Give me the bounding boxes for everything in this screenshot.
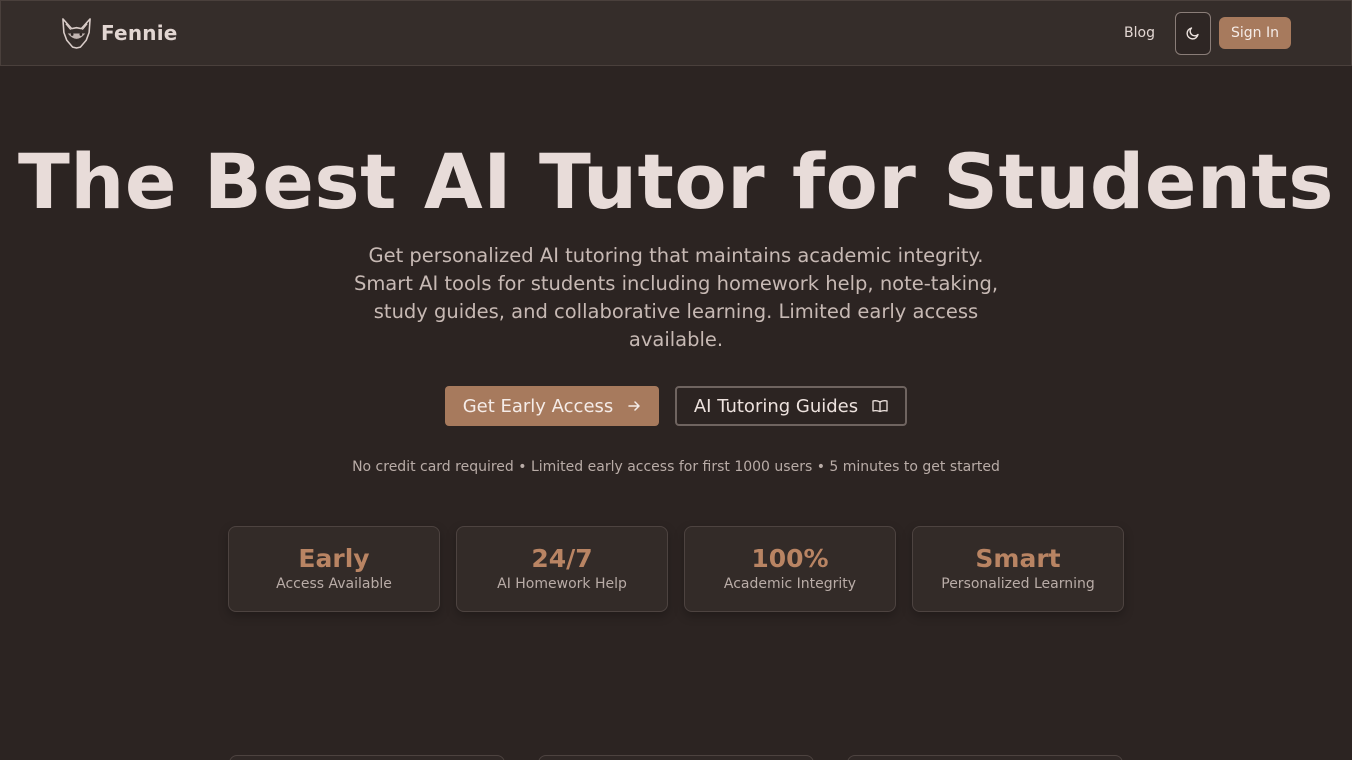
top-navbar: Fennie Blog Sign In <box>0 0 1352 66</box>
fox-logo-icon <box>62 17 91 49</box>
stat-label: Personalized Learning <box>941 576 1095 592</box>
get-early-access-label: Get Early Access <box>462 395 614 417</box>
moon-icon <box>1186 27 1199 40</box>
stat-label: Academic Integrity <box>723 576 857 592</box>
sign-in-button[interactable]: Sign In <box>1219 17 1291 49</box>
book-open-icon <box>872 400 888 413</box>
arrow-right-icon <box>628 401 641 411</box>
stat-card: Smart Personalized Learning <box>912 526 1124 612</box>
nav-link-blog[interactable]: Blog <box>1124 25 1155 41</box>
brand-home-link[interactable]: Fennie <box>60 17 178 50</box>
stat-label: Access Available <box>276 576 392 592</box>
hero-title: The Best AI Tutor for Students <box>17 137 1335 226</box>
stat-value: 100% <box>751 544 829 573</box>
brand-name: Fennie <box>101 21 178 45</box>
header-actions: Blog Sign In <box>1124 11 1291 55</box>
stat-value: Early <box>298 544 370 573</box>
signup-fineprint: No credit card required • Limited early … <box>352 459 1000 475</box>
stats-row: Early Access Available 24/7 AI Homework … <box>228 526 1124 612</box>
stat-card: 100% Academic Integrity <box>684 526 896 612</box>
get-early-access-button[interactable]: Get Early Access <box>445 386 659 426</box>
cta-row: Get Early Access AI Tutoring Guides <box>0 386 1352 426</box>
feature-card-peek <box>229 755 505 760</box>
stat-value: 24/7 <box>531 544 593 573</box>
page: Fennie Blog Sign In The Best AI Tutor fo… <box>0 0 1352 760</box>
stat-value: Smart <box>975 544 1061 573</box>
feature-card-peek <box>847 755 1123 760</box>
feature-card-peek <box>538 755 814 760</box>
theme-toggle-button[interactable] <box>1175 11 1211 55</box>
ai-tutoring-guides-label: AI Tutoring Guides <box>693 395 859 417</box>
hero-subtitle: Get personalized AI tutoring that mainta… <box>353 244 999 351</box>
stat-label: AI Homework Help <box>497 576 627 592</box>
ai-tutoring-guides-button[interactable]: AI Tutoring Guides <box>675 386 907 426</box>
stat-card: Early Access Available <box>228 526 440 612</box>
stat-card: 24/7 AI Homework Help <box>456 526 668 612</box>
